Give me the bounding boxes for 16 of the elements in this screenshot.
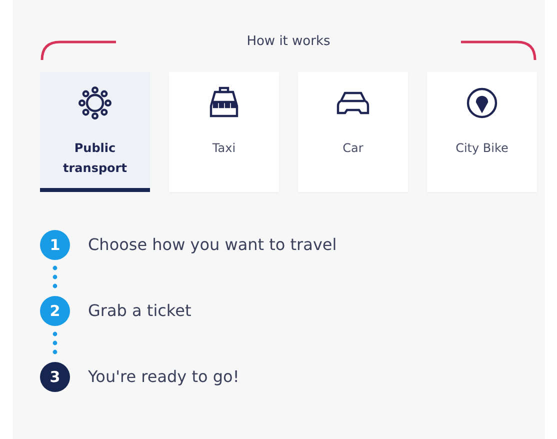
step-number: 2	[40, 296, 70, 326]
transport-tab[interactable]: City Bike	[427, 72, 537, 192]
dotted-connector	[52, 330, 58, 356]
sun-icon	[78, 86, 112, 120]
step-text: Grab a ticket	[88, 300, 192, 322]
location-pin-icon	[465, 86, 499, 120]
step-text: You're ready to go!	[88, 366, 240, 388]
transport-tab[interactable]: Public transport	[40, 72, 150, 192]
step-number: 3	[40, 362, 70, 392]
transport-tab[interactable]: Car	[298, 72, 408, 192]
section-title: How it works	[246, 34, 330, 49]
step-text: Choose how you want to travel	[88, 234, 337, 256]
taxi-icon	[207, 86, 241, 120]
transport-tab[interactable]: Taxi	[169, 72, 279, 192]
dotted-connector	[52, 264, 58, 290]
step-number: 1	[40, 230, 70, 260]
